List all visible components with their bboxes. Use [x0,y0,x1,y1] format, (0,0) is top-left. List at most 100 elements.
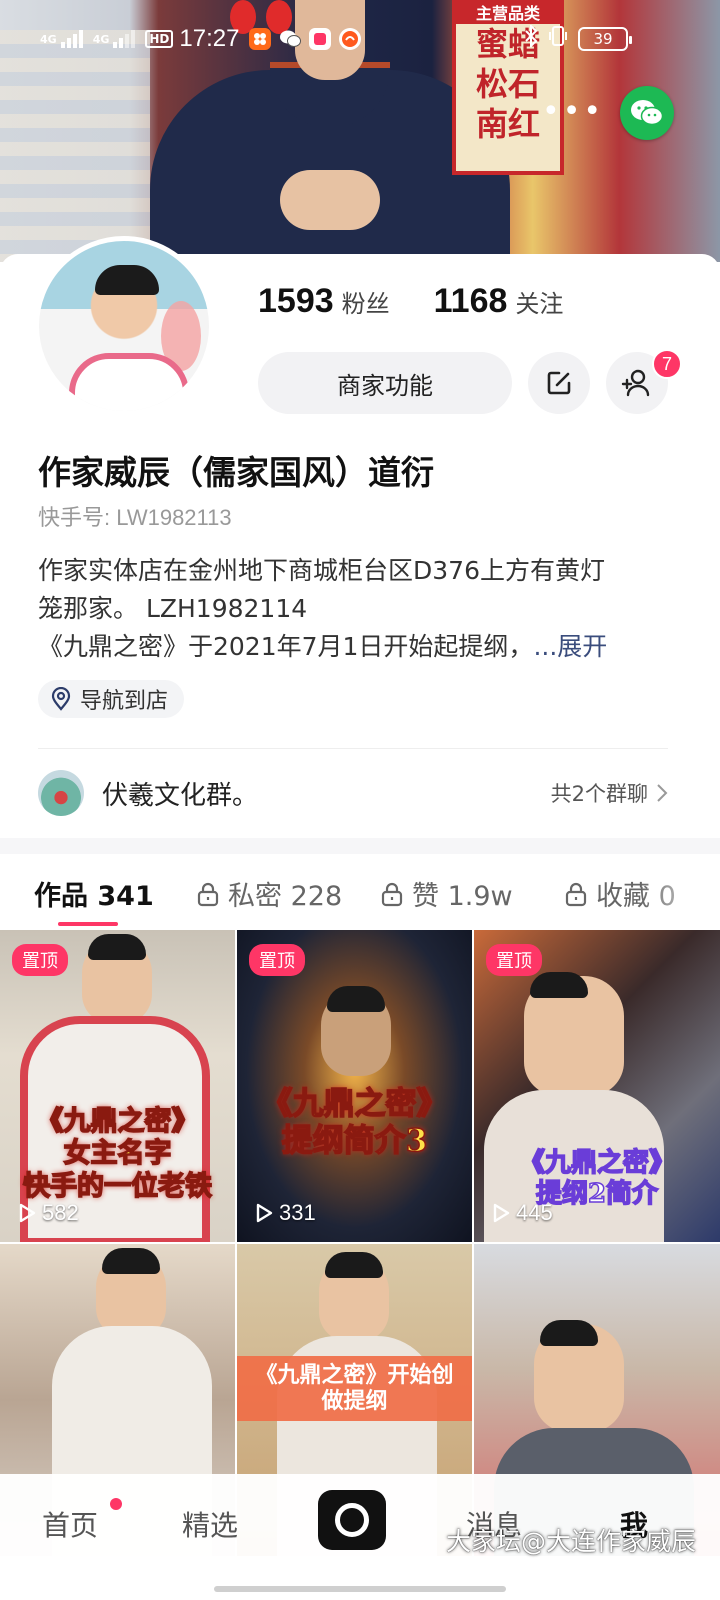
caption-line: 提纲简介3 [281,1122,428,1160]
edit-icon [547,371,571,395]
tab-likes[interactable]: 赞 1.9w [380,874,513,913]
profile-name: 作家威辰（儒家国风）道衍 [38,453,434,492]
bio-line: 作家实体店在金州地下商城柜台区D376上方有黄灯 [38,556,605,585]
navigate-to-store-button[interactable]: 导航到店 [38,680,185,718]
wechat-share-button[interactable] [620,86,674,140]
more-options-icon[interactable]: ••• [542,97,604,127]
play-icon [19,1203,36,1223]
network-type: 4G [40,32,57,46]
watermark: 大家坛@大连作家威辰 [445,1527,696,1556]
status-right: 39 [524,23,632,53]
avatar-hair [95,265,159,295]
video-caption: 《九鼎之密》 提纲简介3 [237,1085,472,1160]
bio-line-text: 《九鼎之密》于2021年7月1日开始起提纲， [38,632,534,661]
vibrate-icon [548,25,568,53]
play-icon [256,1203,273,1223]
signal-icon [60,30,83,48]
play-icon [493,1203,510,1223]
play-count: 582 [18,1200,79,1226]
followers-count: 1593 [258,282,334,320]
following-count: 1168 [433,282,508,320]
bluetooth-icon [524,23,538,53]
play-count-value: 331 [279,1200,316,1225]
group-avatar [38,770,84,816]
edit-profile-button[interactable] [528,352,590,414]
bio-line: 笼那家。 LZH1982114 [38,594,308,623]
followers-label: 粉丝 [341,290,390,318]
nav-featured[interactable]: 精选 [182,1504,238,1544]
bio-line: 《九鼎之密》于2021年7月1日开始起提纲，...展开 [38,628,678,666]
pinned-badge: 置顶 [486,944,542,976]
camera-button[interactable] [318,1490,386,1550]
section-separator [0,838,720,854]
battery-icon: 39 [578,27,632,51]
kuaishou-id[interactable]: 快手号: LW1982113 [38,500,232,532]
tab-fade [640,860,720,930]
status-time: 17:27 [179,25,240,52]
app-notification-icon [249,28,272,50]
content-tabs: 作品 341 私密 228 赞 1.9w 收藏 0 [0,860,720,930]
following-stat[interactable]: 1168 关注 [434,282,564,321]
active-tab-indicator [58,922,118,926]
video-tile[interactable]: 置顶 《九鼎之密》 提纲简介3 331 [237,930,472,1242]
notification-badge: 7 [652,349,682,379]
video-tile[interactable]: 置顶 《九鼎之密》 女主名字 快手的一位老铁 582 [0,930,235,1242]
navigate-to-store-label: 导航到店 [80,689,169,714]
app-notification-icon [309,28,332,50]
pinned-badge: 置顶 [12,944,68,976]
lock-icon [197,882,219,906]
nav-home-dot [110,1498,122,1510]
avatar[interactable] [34,236,214,416]
group-count: 共2个群聊 [551,778,668,808]
battery-level: 39 [593,30,613,48]
video-caption: 《九鼎之密》 女主名字 快手的一位老铁 [0,1105,235,1203]
caption-line: 《九鼎之密》 [518,1147,676,1179]
caption-line: 《九鼎之密》 [36,1105,200,1138]
profile-bio[interactable]: 作家实体店在金州地下商城柜台区D376上方有黄灯 笼那家。 LZH1982114… [38,552,678,666]
profile-stats: 1593 粉丝 1168 关注 [258,282,563,321]
home-indicator[interactable] [214,1586,506,1592]
avatar-shirt [69,353,189,411]
play-count: 331 [255,1200,316,1226]
chevron-right-icon [657,784,668,802]
caption-line: 快手的一位老铁 [22,1170,213,1203]
thumbnail-person [82,934,152,1024]
app-notification-icon [339,28,362,50]
cover-sign-title: 主营品类 [456,4,560,24]
tab-works[interactable]: 作品 341 [34,874,154,913]
signal-icon [113,30,136,48]
cover-hands [280,170,380,230]
play-count: 445 [492,1200,553,1226]
thumbnail-person [319,1252,389,1342]
tab-label: 作品 341 [34,881,154,912]
following-label: 关注 [515,290,564,318]
group-count-label: 共2个群聊 [550,782,648,806]
video-tile[interactable]: 置顶 《九鼎之密》 提纲2简介 445 [474,930,720,1242]
wechat-icon [631,100,664,126]
play-count-value: 582 [42,1200,79,1225]
nav-home[interactable]: 首页 [42,1504,98,1544]
status-bar: 4G 4G HD 17:27 39 [40,22,632,56]
caption-line: 女主名字 [63,1138,173,1171]
wechat-notification-icon [279,28,302,50]
cover-shelf [0,30,150,262]
tab-label: 赞 1.9w [412,881,513,912]
tab-private[interactable]: 私密 228 [196,874,342,913]
group-chat-row[interactable]: 伏羲文化群。 共2个群聊 [38,768,668,818]
thumbnail-person [524,972,624,1096]
network-type: 4G [92,32,110,46]
pinned-badge: 置顶 [249,944,305,976]
lock-icon [565,882,587,906]
caption-line: 《九鼎之密》开始创 [255,1362,454,1388]
caption-line: 做提纲 [321,1388,388,1415]
caption-line: 《九鼎之密》 [261,1085,449,1123]
add-user-icon [621,369,650,397]
hd-icon: HD [145,30,174,48]
followers-stat[interactable]: 1593 粉丝 [258,282,390,321]
location-pin-icon [51,687,71,711]
bio-expand-link[interactable]: ...展开 [533,632,607,661]
thumbnail-person [534,1320,624,1432]
merchant-features-button[interactable]: 商家功能 [258,352,512,414]
thumbnail-figure [321,986,391,1076]
camera-icon [335,1503,369,1537]
